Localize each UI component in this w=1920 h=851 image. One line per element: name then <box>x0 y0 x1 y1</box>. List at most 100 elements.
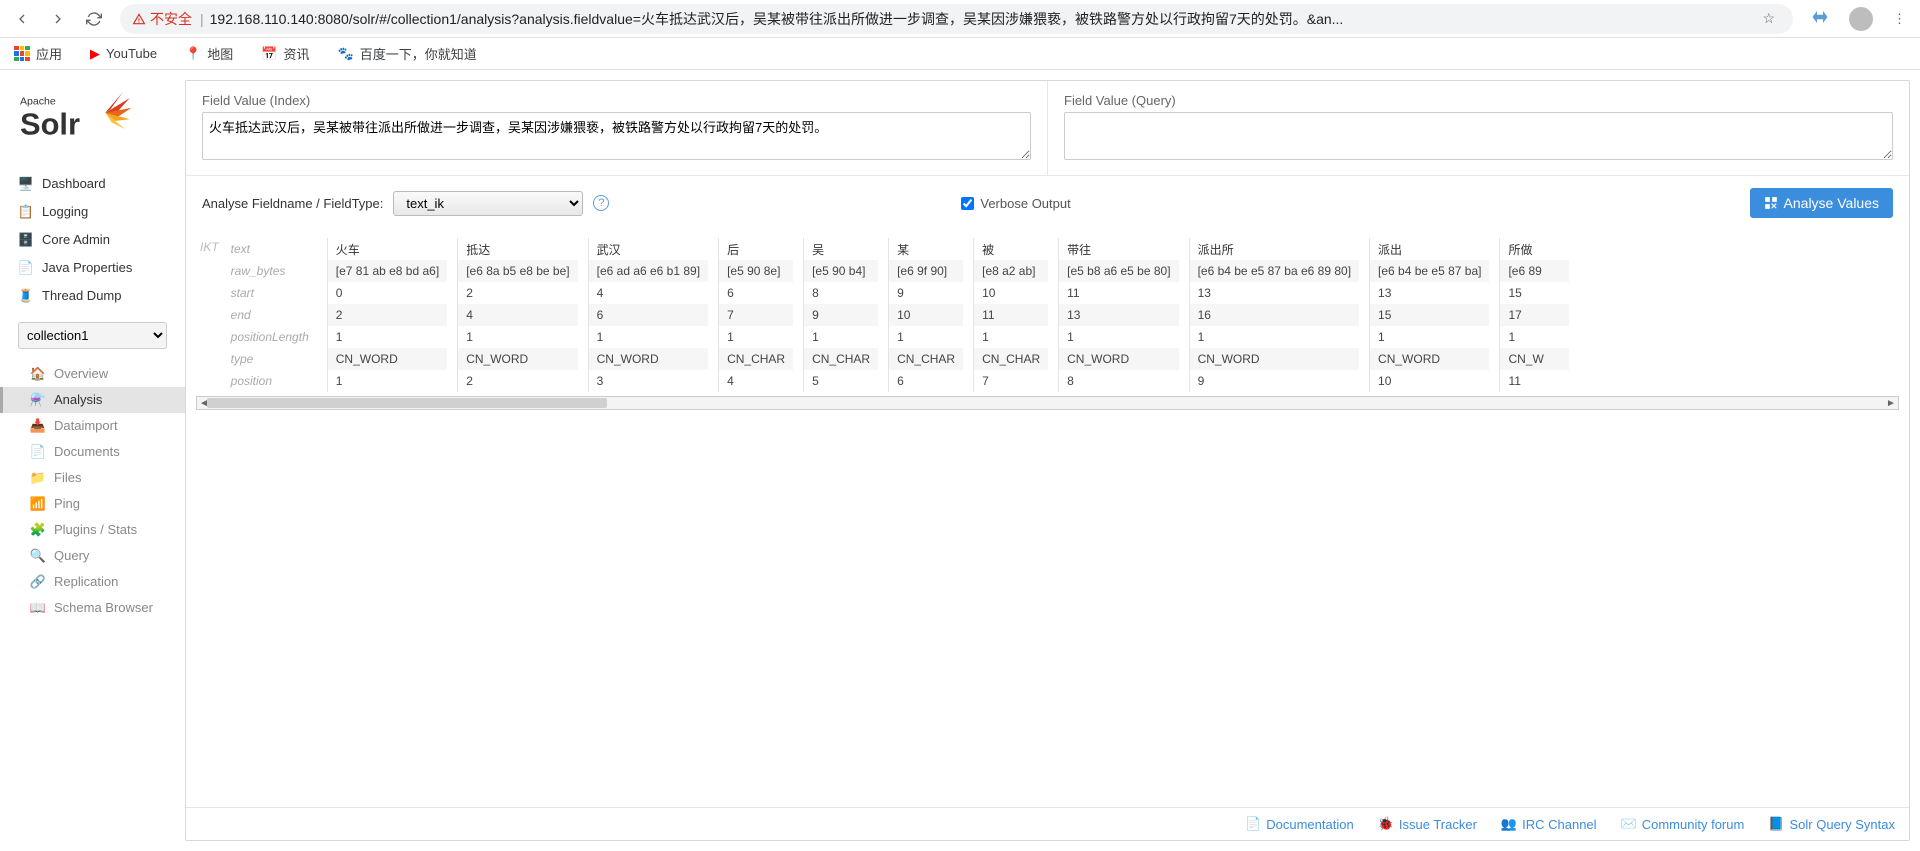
analysis-cell: CN_WORD <box>328 348 447 370</box>
analysis-cell: 11 <box>1059 282 1178 304</box>
row-label: start <box>223 282 317 304</box>
analysis-cell: CN_WORD <box>1190 348 1359 370</box>
sidebar-core-admin[interactable]: 🗄️Core Admin <box>0 226 185 254</box>
analysis-column: 所做[e6 8915171CN_W11 <box>1499 238 1569 392</box>
analysis-cell: [e5 b8 a6 e5 be 80] <box>1059 260 1178 282</box>
sub-schema-browser[interactable]: 📖Schema Browser <box>0 595 185 621</box>
analysis-cell: 1 <box>804 326 878 348</box>
extension-icon[interactable] <box>1805 8 1835 29</box>
address-bar[interactable]: 不安全 | 192.168.110.140:8080/solr/#/collec… <box>120 4 1793 34</box>
analysis-cell: 被 <box>974 238 1048 260</box>
analysis-cell: 9 <box>1190 370 1359 392</box>
apps-shortcut[interactable]: 应用 <box>8 40 68 67</box>
analysis-cell: 15 <box>1500 282 1569 304</box>
bookmark-youtube[interactable]: ▶YouTube <box>84 42 163 66</box>
analysis-cell: [e7 81 ab e8 bd a6] <box>328 260 447 282</box>
analysis-cell: 1 <box>1370 326 1489 348</box>
analysis-cell: 7 <box>719 304 793 326</box>
bookmark-news[interactable]: 📅资讯 <box>255 40 315 67</box>
analysis-cell: 1 <box>889 326 963 348</box>
analysis-cell: 所做 <box>1500 238 1569 260</box>
footer-issue-tracker[interactable]: 🐞Issue Tracker <box>1378 816 1477 832</box>
query-field-textarea[interactable] <box>1064 112 1893 160</box>
sub-plugins[interactable]: 🧩Plugins / Stats <box>0 517 185 543</box>
content-panel: Field Value (Index) Field Value (Query) … <box>185 80 1910 841</box>
fieldtype-select[interactable]: text_ik <box>393 191 583 216</box>
analysis-cell: 7 <box>974 370 1048 392</box>
analysis-cell: 1 <box>1190 326 1359 348</box>
collection-selector[interactable]: collection1 <box>18 322 167 349</box>
sidebar-java-properties[interactable]: 📄Java Properties <box>0 254 185 282</box>
analysis-cell: 抵达 <box>458 238 577 260</box>
sub-ping[interactable]: 📶Ping <box>0 491 185 517</box>
bookmark-star-icon[interactable]: ☆ <box>1756 10 1781 27</box>
sub-documents[interactable]: 📄Documents <box>0 439 185 465</box>
index-field-textarea[interactable] <box>202 112 1031 160</box>
sub-query[interactable]: 🔍Query <box>0 543 185 569</box>
analysis-column: 派出[e6 b4 be e5 87 ba]13151CN_WORD10 <box>1369 238 1489 392</box>
forward-button[interactable] <box>44 5 72 33</box>
analysis-cell: CN_CHAR <box>889 348 963 370</box>
insecure-badge: 不安全 <box>132 9 192 29</box>
analysis-cell: 2 <box>328 304 447 326</box>
analysis-cell: 11 <box>1500 370 1569 392</box>
analysis-cell: 13 <box>1190 282 1359 304</box>
footer-query-syntax[interactable]: 📘Solr Query Syntax <box>1768 816 1895 832</box>
analysis-cell: 8 <box>804 282 878 304</box>
footer-community[interactable]: ✉️Community forum <box>1621 816 1745 832</box>
analysis-cell: 后 <box>719 238 793 260</box>
sidebar-logging[interactable]: 📋Logging <box>0 198 185 226</box>
sub-replication[interactable]: 🔗Replication <box>0 569 185 595</box>
analysis-cell: 5 <box>804 370 878 392</box>
analysis-column: 某[e6 9f 90]9101CN_CHAR6 <box>888 238 963 392</box>
analysis-cell: 4 <box>458 304 577 326</box>
sub-analysis[interactable]: ⚗️Analysis <box>0 387 185 413</box>
analysis-cell: CN_CHAR <box>804 348 878 370</box>
analysis-cell: 1 <box>589 326 708 348</box>
svg-text:Apache: Apache <box>20 96 56 108</box>
profile-avatar[interactable] <box>1849 7 1873 31</box>
verbose-checkbox[interactable] <box>961 197 974 210</box>
query-field-label: Field Value (Query) <box>1064 93 1893 108</box>
analysis-cell: 武汉 <box>589 238 708 260</box>
analysis-cell: 1 <box>1059 326 1178 348</box>
help-icon[interactable]: ? <box>593 195 609 211</box>
sub-files[interactable]: 📁Files <box>0 465 185 491</box>
sub-dataimport[interactable]: 📥Dataimport <box>0 413 185 439</box>
footer-documentation[interactable]: 📄Documentation <box>1245 816 1354 832</box>
row-label: text <box>223 238 317 260</box>
analysis-column: 武汉[e6 ad a6 e6 b1 89]461CN_WORD3 <box>588 238 708 392</box>
footer-irc[interactable]: 👥IRC Channel <box>1501 816 1597 832</box>
analysis-cell: CN_WORD <box>589 348 708 370</box>
analysis-cell: 10 <box>1370 370 1489 392</box>
row-label: raw_bytes <box>223 260 317 282</box>
sidebar-dashboard[interactable]: 🖥️Dashboard <box>0 170 185 198</box>
verbose-label: Verbose Output <box>980 196 1070 211</box>
analysis-cell: [e6 ad a6 e6 b1 89] <box>589 260 708 282</box>
analysis-cell: 15 <box>1370 304 1489 326</box>
horizontal-scrollbar[interactable]: ◄ ► <box>196 396 1899 410</box>
analysis-cell: 派出 <box>1370 238 1489 260</box>
browser-menu-icon[interactable]: ⋮ <box>1887 11 1912 27</box>
reload-button[interactable] <box>80 5 108 33</box>
bookmark-baidu[interactable]: 🐾百度一下，你就知道 <box>332 40 483 67</box>
scroll-right-icon[interactable]: ► <box>1884 397 1898 409</box>
analysis-cell: 8 <box>1059 370 1178 392</box>
bookmark-maps[interactable]: 📍地图 <box>179 40 239 67</box>
row-label: positionLength <box>223 326 317 348</box>
sidebar-thread-dump[interactable]: 🧵Thread Dump <box>0 282 185 310</box>
sidebar: Apache Solr 🖥️Dashboard 📋Logging 🗄️Core … <box>0 70 185 851</box>
back-button[interactable] <box>8 5 36 33</box>
row-label: type <box>223 348 317 370</box>
analysis-cell: [e8 a2 ab] <box>974 260 1048 282</box>
scroll-thumb[interactable] <box>207 398 607 408</box>
url-text: 192.168.110.140:8080/solr/#/collection1/… <box>210 9 1757 29</box>
analyse-button[interactable]: Analyse Values <box>1750 188 1893 218</box>
analysis-cell: 3 <box>589 370 708 392</box>
sub-overview[interactable]: 🏠Overview <box>0 361 185 387</box>
analysis-cell: [e6 89 <box>1500 260 1569 282</box>
analysis-cell: [e6 b4 be e5 87 ba e6 89 80] <box>1190 260 1359 282</box>
analysis-results: IKTtextraw_bytesstartendpositionLengthty… <box>186 230 1909 392</box>
analysis-cell: 9 <box>889 282 963 304</box>
analysis-column: 带往[e5 b8 a6 e5 be 80]11131CN_WORD8 <box>1058 238 1178 392</box>
